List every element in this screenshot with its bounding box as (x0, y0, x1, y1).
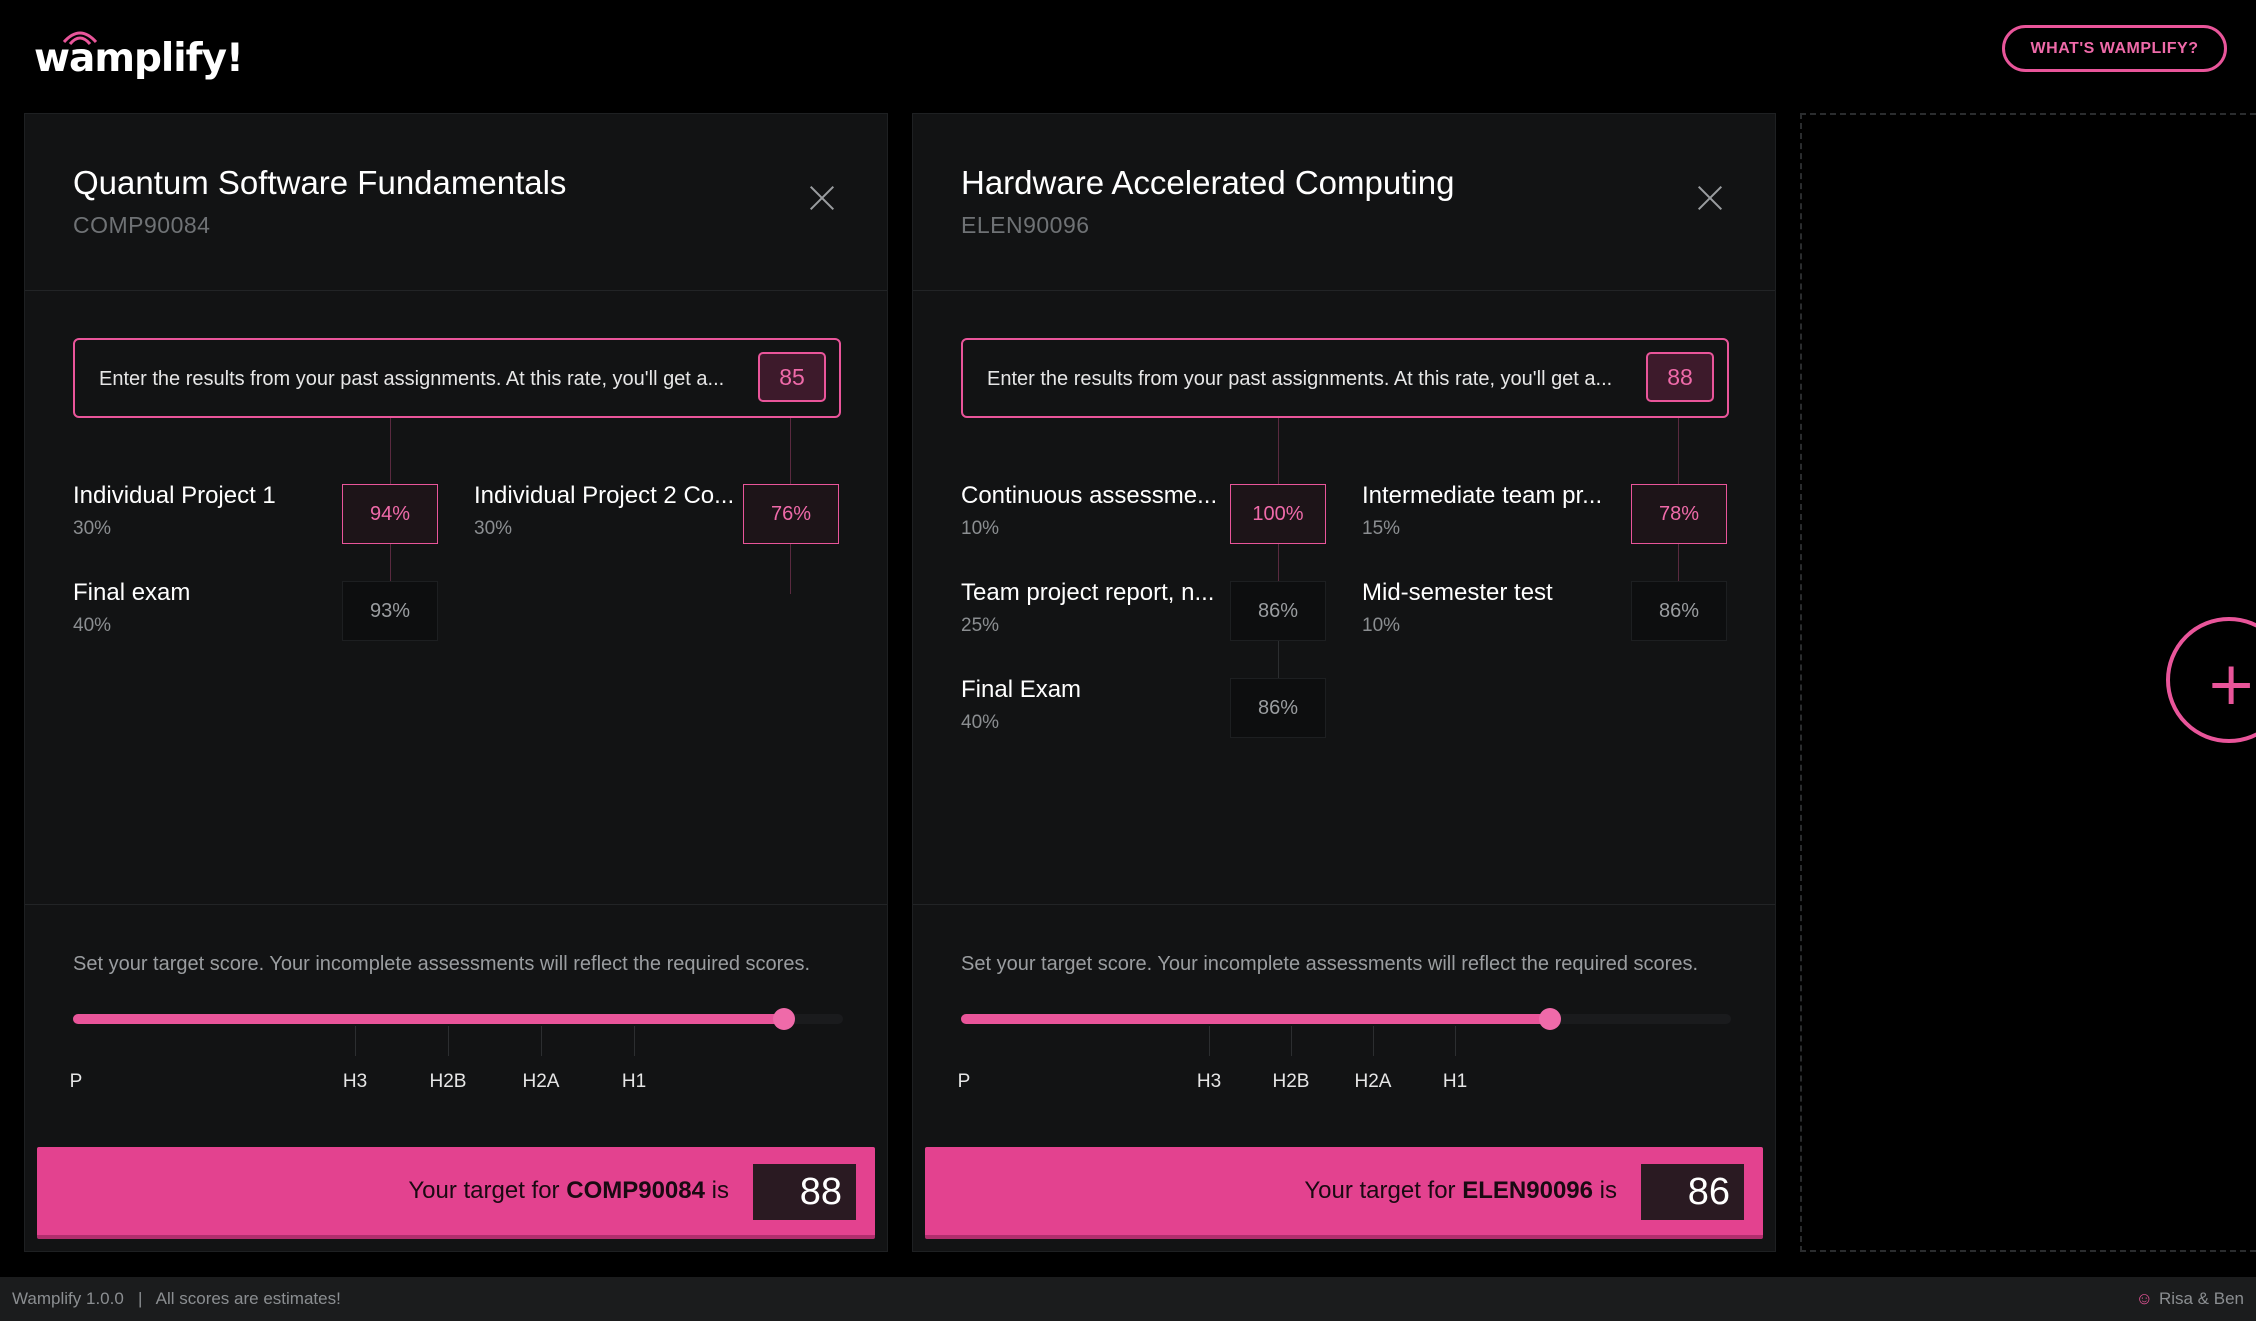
whats-wamplify-button[interactable]: WHAT'S WAMPLIFY? (2002, 25, 2227, 72)
assessment-weight: 30% (474, 518, 513, 539)
close-icon[interactable] (807, 184, 837, 214)
assessment-weight: 25% (961, 615, 1000, 636)
assessment-name: Final Exam (961, 676, 1082, 703)
assessment-score-input[interactable]: 94% (342, 484, 438, 544)
assessment-name: Individual Project 2 Co... (474, 482, 735, 509)
footer: Wamplify 1.0.0 | All scores are estimate… (0, 1277, 2256, 1321)
slider-label: H3 (342, 1071, 368, 1092)
slider-tick (1455, 1026, 1456, 1056)
version-text: Wamplify 1.0.0 (12, 1289, 124, 1308)
past-results-box: Enter the results from your past assignm… (961, 338, 1729, 418)
footer-credits: ☺ Risa & Ben (2136, 1289, 2244, 1309)
assessment-name: Mid-semester test (1362, 579, 1553, 606)
footer-separator: | (137, 1289, 143, 1308)
disclaimer-text: All scores are estimates! (155, 1289, 341, 1308)
assessment-score-input[interactable]: 76% (743, 484, 839, 544)
assessment-name: Final exam (73, 579, 191, 606)
slider-label: H1 (1442, 1071, 1468, 1092)
past-results-prompt: Enter the results from your past assignm… (99, 368, 725, 390)
slider-label: H2A (522, 1071, 560, 1092)
assessment-score-input[interactable]: 93% (342, 581, 438, 641)
connector-line (1278, 641, 1279, 678)
assessment-name: Team project report, n... (961, 579, 1215, 606)
slider-label: H1 (621, 1071, 647, 1092)
assessment-score-input[interactable]: 100% (1230, 484, 1326, 544)
assessment-name: Individual Project 1 (73, 482, 276, 509)
target-prompt: Set your target score. Your incomplete a… (961, 953, 1699, 975)
card-header: Hardware Accelerated Computing ELEN90096 (913, 114, 1775, 291)
slider-tick (355, 1026, 356, 1056)
slider-tick (1291, 1026, 1292, 1056)
slider-handle[interactable] (1539, 1008, 1561, 1030)
slider-label: P (957, 1071, 971, 1092)
assessment-weight: 40% (961, 712, 1000, 733)
slider-tick (1373, 1026, 1374, 1056)
slider-fill (73, 1014, 784, 1024)
assessment-weight: 10% (961, 518, 1000, 539)
subject-code: ELEN90096 (961, 212, 1090, 238)
target-score-value[interactable]: 88 (753, 1164, 856, 1220)
devil-icon: ☺ (2135, 1289, 2153, 1308)
authors-text: Risa & Ben (2158, 1289, 2244, 1308)
slider-fill (961, 1014, 1550, 1024)
past-results-box: Enter the results from your past assignm… (73, 338, 841, 418)
target-summary-text: Your target for COMP90084 is (408, 1177, 729, 1204)
slider-tick (634, 1026, 635, 1056)
card-header: Quantum Software Fundamentals COMP90084 (25, 114, 887, 291)
assessment-score-input[interactable]: 78% (1631, 484, 1727, 544)
assessment-score-input[interactable]: 86% (1230, 581, 1326, 641)
wifi-arc-icon (62, 31, 98, 46)
subject-card-comp90084: Quantum Software Fundamentals COMP90084 … (24, 113, 888, 1252)
assessment-weight: 30% (73, 518, 112, 539)
slider-label: H2B (1272, 1071, 1310, 1092)
slider-tick (541, 1026, 542, 1056)
subject-title: Hardware Accelerated Computing (961, 164, 1455, 201)
close-icon[interactable] (1695, 184, 1725, 214)
assessment-score-input[interactable]: 86% (1631, 581, 1727, 641)
slider-label: H2B (429, 1071, 467, 1092)
logo: wamplify! (34, 22, 244, 78)
slider-tick (1209, 1026, 1210, 1056)
target-prompt: Set your target score. Your incomplete a… (73, 953, 811, 975)
subject-card-elen90096: Hardware Accelerated Computing ELEN90096… (912, 113, 1776, 1252)
assessment-weight: 10% (1362, 615, 1401, 636)
slider-label: P (69, 1071, 83, 1092)
assessment-weight: 40% (73, 615, 112, 636)
subject-title: Quantum Software Fundamentals (73, 164, 567, 201)
slider-tick (448, 1026, 449, 1056)
slider-label: H3 (1196, 1071, 1222, 1092)
target-slider[interactable] (73, 1008, 843, 1030)
slider-label: H2A (1354, 1071, 1392, 1092)
plus-icon: + (2206, 649, 2256, 719)
target-summary-bar: Your target for COMP90084 is 88 (37, 1147, 875, 1239)
target-summary-text: Your target for ELEN90096 is (1304, 1177, 1617, 1204)
target-summary-bar: Your target for ELEN90096 is 86 (925, 1147, 1763, 1239)
assessment-name: Intermediate team pr... (1362, 482, 1603, 509)
past-results-prompt: Enter the results from your past assignm… (987, 368, 1613, 390)
slider-handle[interactable] (773, 1008, 795, 1030)
target-score-value[interactable]: 86 (1641, 1164, 1744, 1220)
projected-score-badge: 85 (758, 352, 826, 402)
target-slider[interactable] (961, 1008, 1731, 1030)
footer-info: Wamplify 1.0.0 | All scores are estimate… (12, 1289, 341, 1309)
assessment-weight: 15% (1362, 518, 1401, 539)
subject-code: COMP90084 (73, 212, 211, 238)
projected-score-badge: 88 (1646, 352, 1714, 402)
assessment-score-input[interactable]: 86% (1230, 678, 1326, 738)
assessment-name: Continuous assessme... (961, 482, 1218, 509)
